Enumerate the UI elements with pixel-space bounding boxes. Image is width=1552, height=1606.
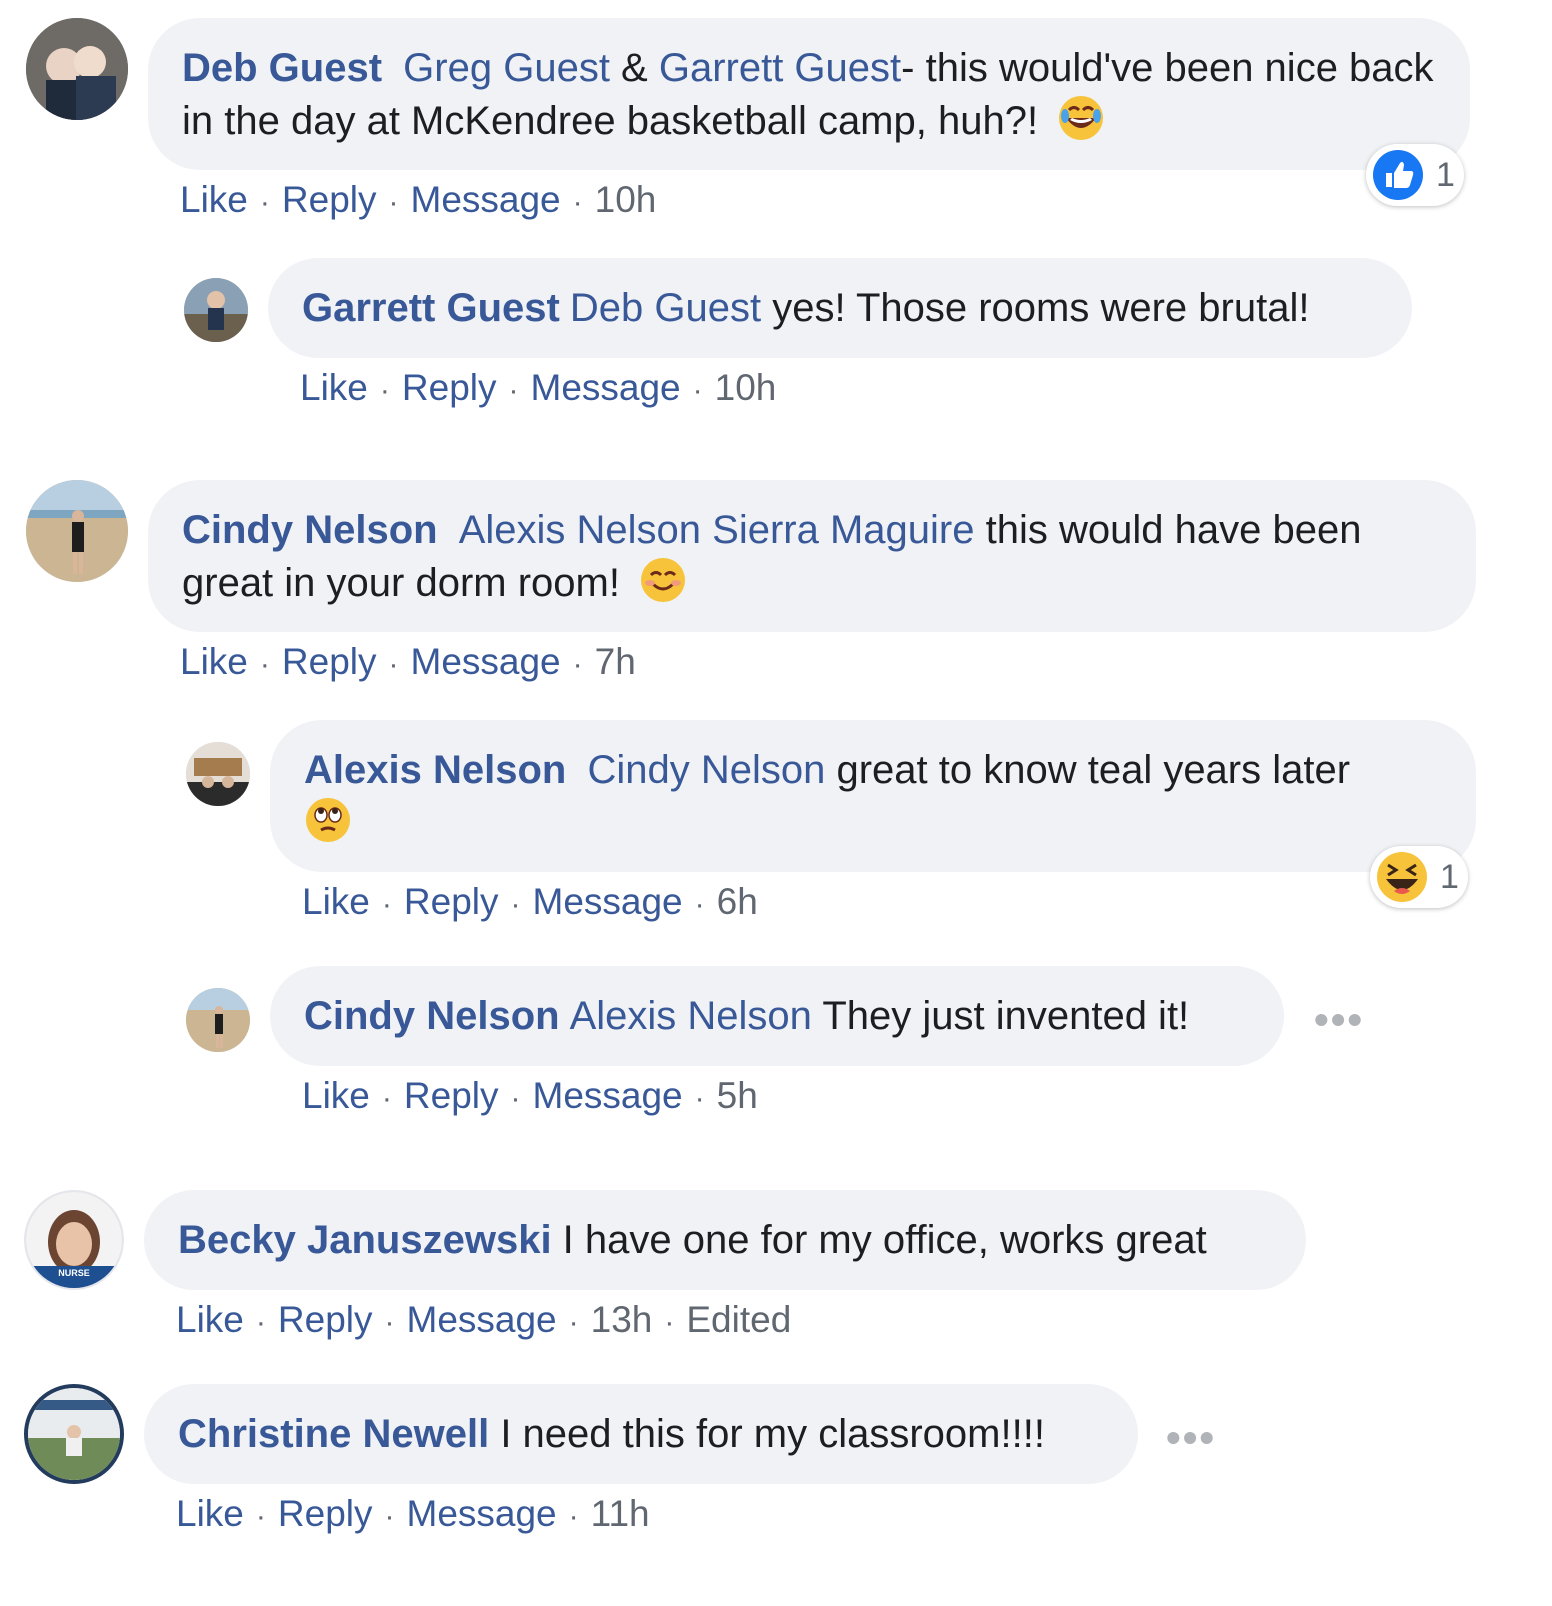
reaction-summary[interactable]: 1 <box>1370 846 1468 908</box>
reply-link[interactable]: Reply <box>282 179 377 220</box>
edited-label[interactable]: Edited <box>686 1299 791 1340</box>
tagged-user[interactable]: Sierra Maguire <box>712 508 974 552</box>
like-link[interactable]: Like <box>176 1493 244 1534</box>
avatar[interactable] <box>186 742 250 806</box>
like-link[interactable]: Like <box>180 179 248 220</box>
avatar[interactable]: NURSE <box>24 1190 124 1290</box>
comment-bubble: Garrett Guest Deb Guest yes! Those rooms… <box>268 258 1412 358</box>
more-options-button[interactable]: ••• <box>1314 996 1364 1044</box>
comment-author[interactable]: Becky Januszewski <box>178 1214 552 1266</box>
timestamp[interactable]: 11h <box>591 1493 650 1534</box>
like-link[interactable]: Like <box>180 641 248 682</box>
comment-actions: Like · Reply · Message · 13h · Edited <box>176 1299 792 1340</box>
comment-author[interactable]: Christine Newell <box>178 1408 489 1460</box>
comment-bubble: Alexis Nelson Cindy Nelson great to know… <box>270 720 1476 872</box>
avatar[interactable] <box>184 278 248 342</box>
message-link[interactable]: Message <box>533 881 683 922</box>
comment-text: They just invented it! <box>811 994 1190 1038</box>
avatar[interactable] <box>24 1384 124 1484</box>
reaction-count: 1 <box>1436 155 1455 194</box>
like-link[interactable]: Like <box>176 1299 244 1340</box>
comment-author[interactable]: Alexis Nelson <box>304 748 566 792</box>
timestamp[interactable]: 10h <box>715 367 777 408</box>
reply-link[interactable]: Reply <box>278 1299 373 1340</box>
message-link[interactable]: Message <box>531 367 681 408</box>
comment-text: I need this for my classroom!!!! <box>489 1412 1045 1456</box>
comment-actions: Like · Reply · Message · 7h <box>180 641 636 682</box>
eye-roll-emoji <box>304 796 352 844</box>
comment-bubble: Christine Newell I need this for my clas… <box>144 1384 1138 1484</box>
message-link[interactable]: Message <box>407 1299 557 1340</box>
tagged-user[interactable]: Alexis Nelson <box>459 508 701 552</box>
more-options-button[interactable]: ••• <box>1166 1414 1216 1462</box>
timestamp[interactable]: 7h <box>595 641 636 682</box>
comment-text: & <box>609 46 659 90</box>
like-link[interactable]: Like <box>302 1075 370 1116</box>
avatar[interactable] <box>26 480 128 582</box>
comment-actions: Like · Reply · Message · 5h <box>302 1075 758 1116</box>
timestamp[interactable]: 5h <box>717 1075 758 1116</box>
reply-link[interactable]: Reply <box>402 367 497 408</box>
comment-bubble: Becky Januszewski I have one for my offi… <box>144 1190 1306 1290</box>
comment-bubble: Deb Guest Greg Guest & Garrett Guest- th… <box>148 18 1470 170</box>
comment-bubble: Cindy Nelson Alexis Nelson Sierra Maguir… <box>148 480 1476 632</box>
message-link[interactable]: Message <box>533 1075 683 1116</box>
message-link[interactable]: Message <box>411 641 561 682</box>
timestamp[interactable]: 6h <box>717 881 758 922</box>
like-link[interactable]: Like <box>300 367 368 408</box>
reply-link[interactable]: Reply <box>404 1075 499 1116</box>
avatar-badge-text: NURSE <box>58 1268 90 1278</box>
like-reaction-icon <box>1372 149 1424 201</box>
smiling-blush-emoji <box>639 556 687 604</box>
reply-link[interactable]: Reply <box>404 881 499 922</box>
comment-author[interactable]: Garrett Guest <box>302 282 560 334</box>
comment-text: great to know teal years later <box>825 748 1351 792</box>
haha-reaction-icon <box>1376 851 1428 903</box>
comment-actions: Like · Reply · Message · 10h <box>300 367 777 408</box>
comment-actions: Like · Reply · Message · 6h <box>302 881 758 922</box>
message-link[interactable]: Message <box>407 1493 557 1534</box>
reply-link[interactable]: Reply <box>278 1493 373 1534</box>
avatar[interactable] <box>186 988 250 1052</box>
comment-bubble: Cindy Nelson Alexis Nelson They just inv… <box>270 966 1284 1066</box>
timestamp[interactable]: 13h <box>591 1299 653 1340</box>
comment-actions: Like · Reply · Message · 11h <box>176 1493 650 1534</box>
laugh-tears-emoji <box>1057 94 1105 142</box>
timestamp[interactable]: 10h <box>595 179 657 220</box>
comment-text: yes! Those rooms were brutal! <box>761 286 1310 330</box>
tagged-user[interactable]: Deb Guest <box>570 282 761 334</box>
comment-author[interactable]: Deb Guest <box>182 46 382 90</box>
comment-author[interactable]: Cindy Nelson <box>304 990 560 1042</box>
reaction-summary[interactable]: 1 <box>1366 144 1464 206</box>
avatar[interactable] <box>26 18 128 120</box>
comment-actions: Like · Reply · Message · 10h <box>180 179 657 220</box>
tagged-user[interactable]: Greg Guest <box>403 46 610 90</box>
tagged-user[interactable]: Alexis Nelson <box>570 990 812 1042</box>
tagged-user[interactable]: Cindy Nelson <box>587 748 825 792</box>
like-link[interactable]: Like <box>302 881 370 922</box>
message-link[interactable]: Message <box>411 179 561 220</box>
comment-author[interactable]: Cindy Nelson <box>182 508 438 552</box>
reaction-count: 1 <box>1440 857 1459 896</box>
tagged-user[interactable]: Garrett Guest <box>659 46 901 90</box>
reply-link[interactable]: Reply <box>282 641 377 682</box>
comment-text: I have one for my office, works great <box>551 1218 1207 1262</box>
